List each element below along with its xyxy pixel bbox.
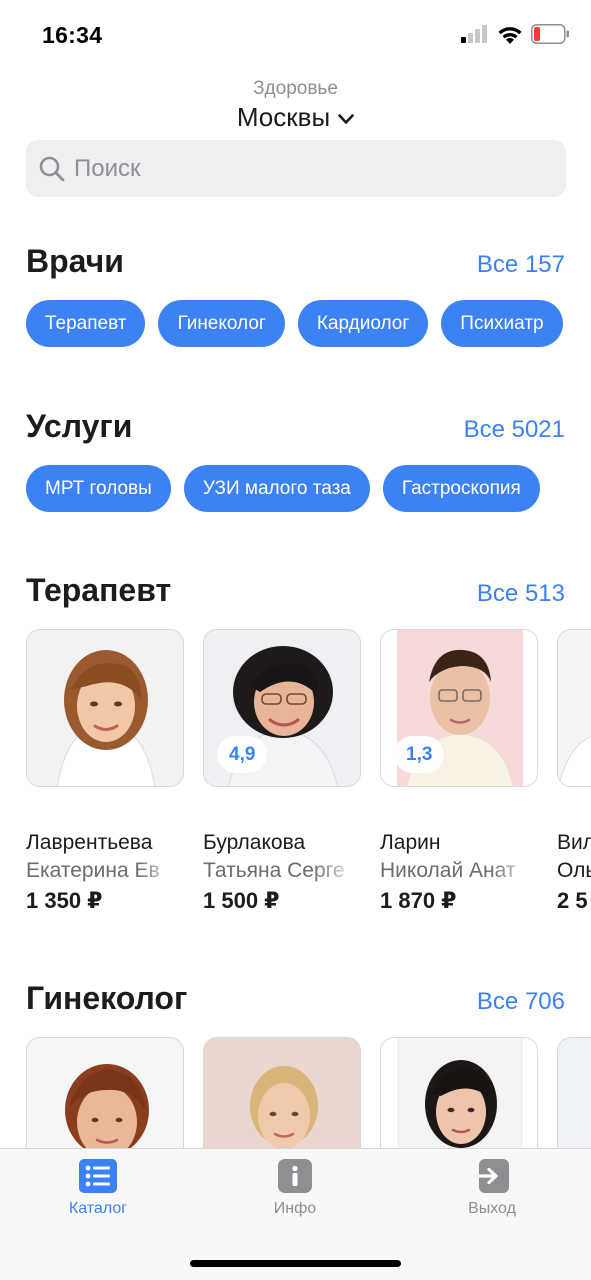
city-label: Москвы xyxy=(236,102,331,132)
tab-bar: Каталог Инфо Выход xyxy=(0,1148,591,1280)
doctor-photo: 1,3 xyxy=(380,629,538,787)
doctor-photo: 4,9 xyxy=(203,629,361,787)
therapist-all-link[interactable]: Все 513 xyxy=(477,580,565,608)
gynecologist-section-header: Гинеколог Все 706 xyxy=(26,980,565,1017)
doctor-last-name: Вил xyxy=(557,831,591,854)
doctor-last-name: Ларин xyxy=(380,831,441,854)
rating-badge: 4,9 xyxy=(217,736,268,773)
info-icon xyxy=(278,1159,312,1193)
tab-info-label: Инфо xyxy=(273,1200,317,1217)
doctor-first-names: Николай Анат xyxy=(380,859,516,882)
rating-badge: 1,3 xyxy=(394,736,445,773)
tab-catalog-label: Каталог xyxy=(68,1200,128,1217)
services-section-header: Услуги Все 5021 xyxy=(26,408,565,445)
services-all-link[interactable]: Все 5021 xyxy=(464,416,565,444)
search-input[interactable] xyxy=(74,154,534,183)
chip-gynecologist[interactable]: Гинеколог xyxy=(158,300,285,347)
city-selector[interactable]: Москвы xyxy=(0,102,591,133)
doctors-all-link[interactable]: Все 157 xyxy=(477,251,565,279)
search-bar[interactable] xyxy=(26,140,566,197)
tab-catalog[interactable]: Каталог xyxy=(38,1159,158,1218)
doctor-name: Ларин Николай Анат xyxy=(380,829,538,885)
doctor-price: 1 350 ₽ xyxy=(26,888,103,913)
tab-info[interactable]: Инфо xyxy=(235,1159,355,1218)
doctors-section-header: Врачи Все 157 xyxy=(26,243,565,280)
doctor-last-name: Бурлакова xyxy=(203,831,306,854)
doctor-photo xyxy=(26,629,184,787)
chip-psychiatrist[interactable]: Психиатр xyxy=(441,300,563,347)
service-chips: МРТ головы УЗИ малого таза Гастроскопия xyxy=(26,465,540,512)
chip-gastroscopy[interactable]: Гастроскопия xyxy=(382,465,540,512)
doctor-card[interactable]: 1,3 Ларин Николай Анат 1 870 ₽ xyxy=(380,629,538,914)
status-time: 16:34 xyxy=(42,22,103,48)
list-icon xyxy=(79,1159,117,1193)
status-bar: 16:34 xyxy=(0,0,591,72)
doctor-card[interactable]: 4,9 Бурлакова Татьяна Серге 1 500 ₽ xyxy=(203,629,361,914)
therapist-doctor-list: Лаврентьева Екатерина Ев 1 350 ₽ 4,9 Бур… xyxy=(26,629,591,914)
gynecologist-all-link[interactable]: Все 706 xyxy=(477,988,565,1016)
home-indicator xyxy=(190,1260,401,1267)
tab-logout[interactable]: Выход xyxy=(432,1159,552,1218)
doctors-section-title: Врачи xyxy=(26,243,124,279)
services-section-title: Услуги xyxy=(26,408,133,444)
chip-ultrasound-pelvis[interactable]: УЗИ малого таза xyxy=(183,465,370,512)
location-subtitle: Здоровье xyxy=(253,78,338,99)
doctor-first-names: Оль xyxy=(557,859,591,882)
doctor-name: Бурлакова Татьяна Серге xyxy=(203,829,361,885)
chevron-down-icon xyxy=(338,114,354,124)
doctor-card[interactable]: Лаврентьева Екатерина Ев 1 350 ₽ xyxy=(26,629,184,914)
doctor-card[interactable]: Вил Оль 2 5 xyxy=(557,629,591,914)
status-icons xyxy=(461,24,569,44)
doctor-photo xyxy=(557,629,591,787)
battery-icon xyxy=(531,24,569,44)
doctor-first-names: Екатерина Ев xyxy=(26,859,160,882)
doctor-price: 1 500 ₽ xyxy=(203,888,280,913)
therapist-section-title: Терапевт xyxy=(26,572,172,608)
wifi-icon xyxy=(498,26,522,44)
doctor-price: 2 5 xyxy=(557,888,588,913)
tab-logout-label: Выход xyxy=(468,1200,516,1217)
chip-cardiologist[interactable]: Кардиолог xyxy=(297,300,429,347)
doctor-name: Лаврентьева Екатерина Ев xyxy=(26,829,184,885)
gynecologist-section-title: Гинеколог xyxy=(26,980,188,1016)
search-icon xyxy=(39,156,65,181)
doctor-first-names: Татьяна Серге xyxy=(203,859,345,882)
doctor-specialty-chips: Терапевт Гинеколог Кардиолог Психиатр xyxy=(26,300,563,347)
doctor-name: Вил Оль xyxy=(557,829,591,885)
app-screen: 16:34 Здоровье Москвы Поиск Врачи Все 15… xyxy=(0,0,591,1280)
chip-mri-head[interactable]: МРТ головы xyxy=(26,465,171,512)
chip-therapist[interactable]: Терапевт xyxy=(26,300,146,347)
cellular-signal-icon xyxy=(461,25,487,43)
doctor-price: 1 870 ₽ xyxy=(380,888,457,913)
doctor-last-name: Лаврентьева xyxy=(26,831,153,854)
therapist-section-header: Терапевт Все 513 xyxy=(26,572,565,609)
logout-icon xyxy=(475,1159,509,1193)
